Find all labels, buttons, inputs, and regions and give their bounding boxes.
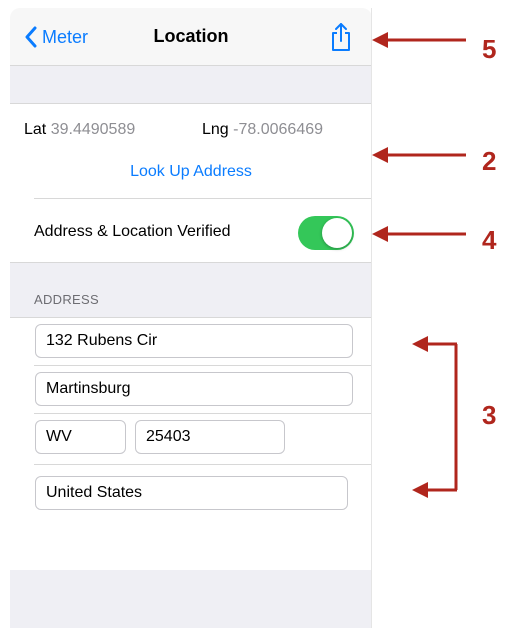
- divider: [34, 464, 372, 465]
- phone-screen: Meter Location Lat 39.4490589 Lng -78.00…: [10, 8, 372, 628]
- street-input[interactable]: [35, 324, 353, 358]
- section-spacer: [10, 66, 372, 103]
- arrow-2-icon: [372, 147, 466, 163]
- longitude-label: Lng: [202, 121, 229, 138]
- verified-label: Address & Location Verified: [34, 223, 231, 240]
- footer-spacer: [10, 570, 372, 628]
- country-input[interactable]: [35, 476, 348, 510]
- address-section-background: [10, 263, 372, 317]
- zip-input[interactable]: [135, 420, 285, 454]
- latitude-readout: Lat 39.4490589: [24, 121, 135, 139]
- annotation-2: 2: [482, 146, 497, 176]
- arrow-5-icon: [372, 32, 466, 48]
- annotation-4: 4: [482, 225, 497, 255]
- look-up-address-button[interactable]: Look Up Address: [10, 163, 372, 181]
- latitude-label: Lat: [24, 121, 47, 138]
- share-icon[interactable]: [328, 22, 354, 52]
- divider: [10, 317, 372, 318]
- address-section-header: ADDRESS: [34, 292, 99, 307]
- navigation-bar: Meter Location: [10, 8, 372, 66]
- toggle-knob: [322, 218, 352, 248]
- annotation-5: 5: [482, 34, 497, 64]
- divider: [34, 198, 372, 199]
- bracket-3-icon: [412, 336, 458, 498]
- screen-edge: [371, 8, 372, 628]
- latitude-value: 39.4490589: [50, 121, 136, 138]
- divider: [10, 103, 372, 104]
- longitude-value: -78.0066469: [233, 121, 324, 138]
- page-title: Location: [153, 26, 229, 46]
- verified-toggle[interactable]: [298, 216, 354, 250]
- divider: [34, 413, 372, 414]
- divider: [34, 365, 372, 366]
- city-input[interactable]: [35, 372, 353, 406]
- state-input[interactable]: [35, 420, 126, 454]
- annotation-3: 3: [482, 400, 497, 430]
- arrow-4-icon: [372, 226, 466, 242]
- longitude-readout: Lng -78.0066469: [202, 121, 323, 139]
